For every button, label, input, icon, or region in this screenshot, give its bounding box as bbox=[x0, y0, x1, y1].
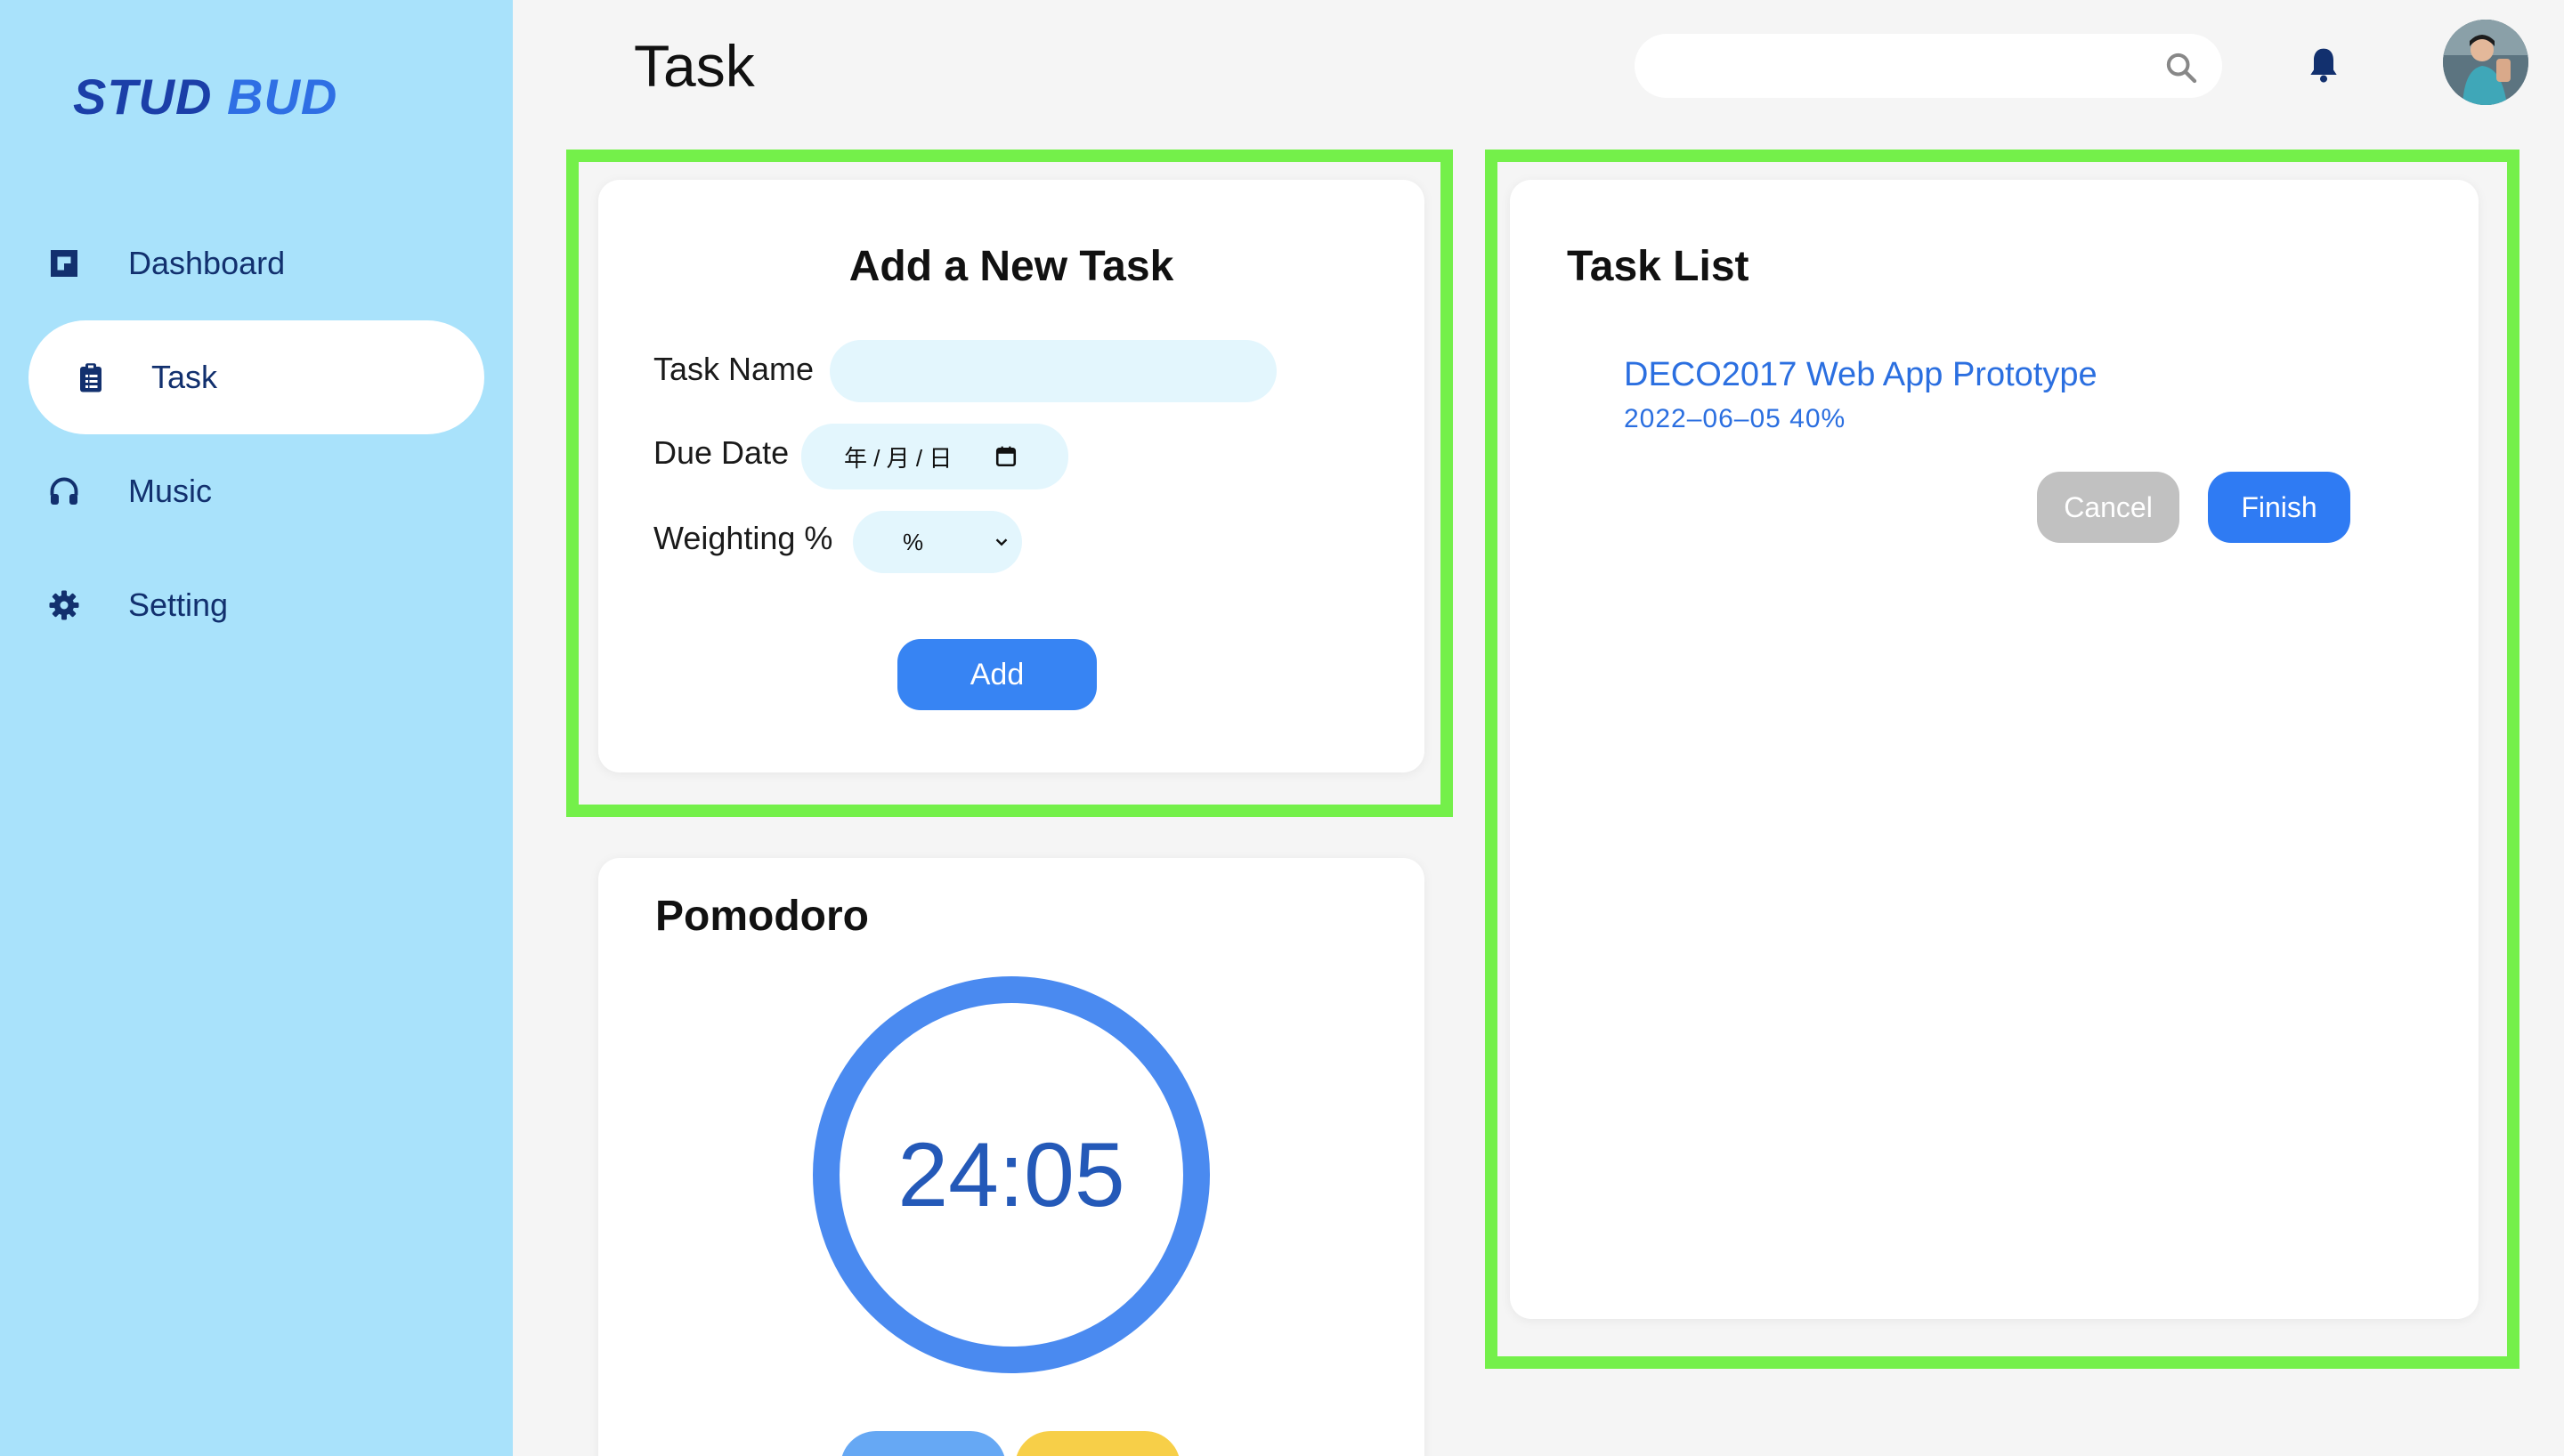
logo-word-bud: BUD bbox=[227, 69, 338, 125]
due-date-value: 年 / 月 / 日 bbox=[844, 444, 953, 472]
weighting-label: Weighting % bbox=[653, 520, 833, 556]
cancel-task-button[interactable]: Cancel bbox=[2037, 472, 2179, 543]
search-input[interactable] bbox=[1635, 34, 2222, 98]
clipboard-icon bbox=[73, 360, 109, 395]
sidebar: STUD BUD Dashboard Task Music Setting bbox=[0, 0, 513, 1456]
page-title: Task bbox=[634, 33, 755, 99]
task-list-title: Task List bbox=[1567, 243, 1749, 290]
pomodoro-pause-button[interactable] bbox=[1015, 1431, 1181, 1456]
bell-icon[interactable] bbox=[2304, 44, 2343, 85]
pomodoro-card: Pomodoro 24:05 bbox=[598, 858, 1424, 1456]
sidebar-item-label: Music bbox=[128, 473, 213, 509]
sidebar-item-task[interactable]: Task bbox=[28, 320, 484, 434]
sidebar-item-dashboard[interactable]: Dashboard bbox=[28, 206, 484, 320]
due-date-input[interactable]: 年 / 月 / 日 bbox=[801, 424, 1068, 489]
weighting-select[interactable]: % bbox=[853, 511, 1022, 573]
add-task-card: Add a New Task Task Name Due Date 年 / 月 … bbox=[598, 180, 1424, 772]
dashboard-icon bbox=[46, 246, 82, 281]
task-name-input[interactable] bbox=[830, 340, 1277, 402]
sidebar-item-music[interactable]: Music bbox=[28, 434, 484, 548]
headphones-icon bbox=[46, 473, 82, 509]
sidebar-item-label: Dashboard bbox=[128, 245, 286, 281]
due-date-label: Due Date bbox=[653, 434, 790, 471]
task-name-label: Task Name bbox=[653, 351, 815, 387]
task-item-name[interactable]: DECO2017 Web App Prototype bbox=[1624, 356, 2097, 394]
calendar-icon[interactable] bbox=[994, 445, 1018, 468]
logo-word-stud: STUD bbox=[73, 69, 213, 125]
add-task-button[interactable]: Add bbox=[897, 639, 1097, 710]
avatar-image bbox=[2443, 20, 2528, 105]
task-item-meta: 2022–06–05 40% bbox=[1624, 404, 1846, 433]
app-logo[interactable]: STUD BUD bbox=[73, 68, 337, 125]
search-icon[interactable] bbox=[2163, 50, 2199, 85]
gear-icon bbox=[46, 587, 82, 623]
task-list-card: Task List DECO2017 Web App Prototype 202… bbox=[1510, 180, 2479, 1319]
sidebar-item-label: Task bbox=[151, 359, 218, 395]
chevron-down-icon bbox=[995, 538, 1008, 546]
pomodoro-start-button[interactable] bbox=[840, 1431, 1006, 1456]
sidebar-item-setting[interactable]: Setting bbox=[28, 548, 484, 662]
avatar[interactable] bbox=[2443, 20, 2528, 105]
weighting-selected-value: % bbox=[903, 528, 924, 555]
add-task-title: Add a New Task bbox=[848, 243, 1174, 290]
finish-task-button[interactable]: Finish bbox=[2208, 472, 2350, 543]
pomodoro-title: Pomodoro bbox=[655, 893, 869, 940]
search-bar[interactable] bbox=[1635, 34, 2222, 98]
sidebar-item-label: Setting bbox=[128, 586, 229, 623]
pomodoro-timer-display: 24:05 bbox=[897, 1123, 1125, 1225]
